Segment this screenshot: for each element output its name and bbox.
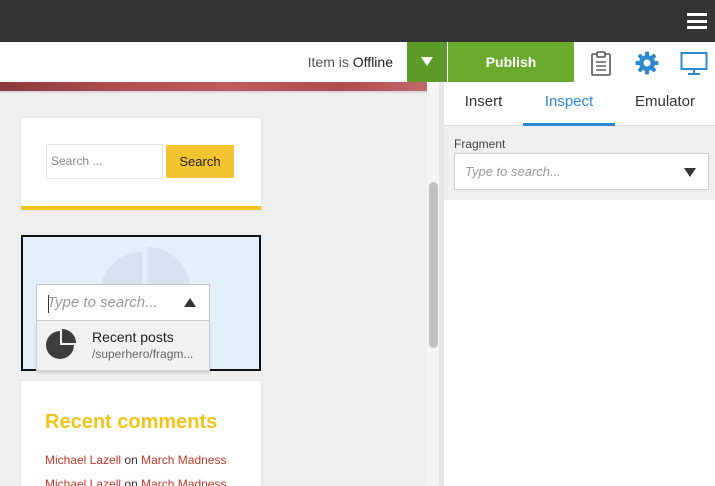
tab-insert[interactable]: Insert <box>444 82 523 126</box>
fragment-result-title: Recent posts <box>92 329 174 345</box>
clipboard-icon[interactable] <box>588 50 614 76</box>
hero-image <box>0 82 427 93</box>
publish-button[interactable]: Publish <box>448 42 574 82</box>
status-value: Offline <box>352 54 393 70</box>
gear-icon[interactable] <box>634 50 660 76</box>
tab-emulator[interactable]: Emulator <box>615 82 715 126</box>
fragment-label: Fragment <box>454 137 506 151</box>
inspect-pane: Fragment Type to search... <box>444 126 715 200</box>
fragment-search-input[interactable]: Type to search... <box>47 294 158 311</box>
fragment-search-combobox[interactable]: Type to search... <box>36 284 210 321</box>
recent-comments-title: Recent comments <box>45 411 218 433</box>
search-widget: Search ... Search <box>21 118 261 210</box>
search-button[interactable]: Search <box>166 145 234 178</box>
chevron-down-icon[interactable] <box>684 168 696 177</box>
panel-tabs: Insert Inspect Emulator <box>444 82 715 126</box>
tab-inspect[interactable]: Inspect <box>523 82 615 126</box>
comment-author-link[interactable]: Michael Lazell <box>45 453 121 467</box>
monitor-icon[interactable] <box>680 50 708 76</box>
preview-scrollbar-thumb[interactable] <box>429 182 438 348</box>
status-prefix: Item is <box>307 54 349 70</box>
fragment-select-placeholder: Type to search... <box>465 164 561 179</box>
fragment-result-item[interactable]: Recent posts /superhero/fragm... <box>36 321 210 371</box>
comment-item: Michael Lazell on March Madness <box>45 477 226 486</box>
comment-separator: on <box>124 477 138 486</box>
hamburger-menu-icon[interactable] <box>687 13 707 29</box>
chevron-up-icon[interactable] <box>184 298 196 307</box>
pie-chart-icon <box>46 329 76 359</box>
recent-comments-widget: Recent comments Michael Lazell on March … <box>21 381 261 486</box>
comment-post-link[interactable]: March Madness <box>141 453 226 467</box>
fragment-result-path: /superhero/fragm... <box>92 347 194 361</box>
toolbar: Item is Offline Publish <box>0 42 715 82</box>
search-input[interactable]: Search ... <box>46 144 163 179</box>
comment-item: Michael Lazell on March Madness <box>45 453 226 467</box>
comment-separator: on <box>124 453 138 467</box>
top-bar <box>0 0 715 42</box>
comment-post-link[interactable]: March Madness <box>141 477 226 486</box>
side-panel: Insert Inspect Emulator Fragment Type to… <box>444 82 715 486</box>
comment-author-link[interactable]: Michael Lazell <box>45 477 121 486</box>
publish-options-dropdown-button[interactable] <box>407 42 447 82</box>
item-status: Item is Offline <box>308 42 393 82</box>
fragment-select[interactable]: Type to search... <box>454 153 709 190</box>
